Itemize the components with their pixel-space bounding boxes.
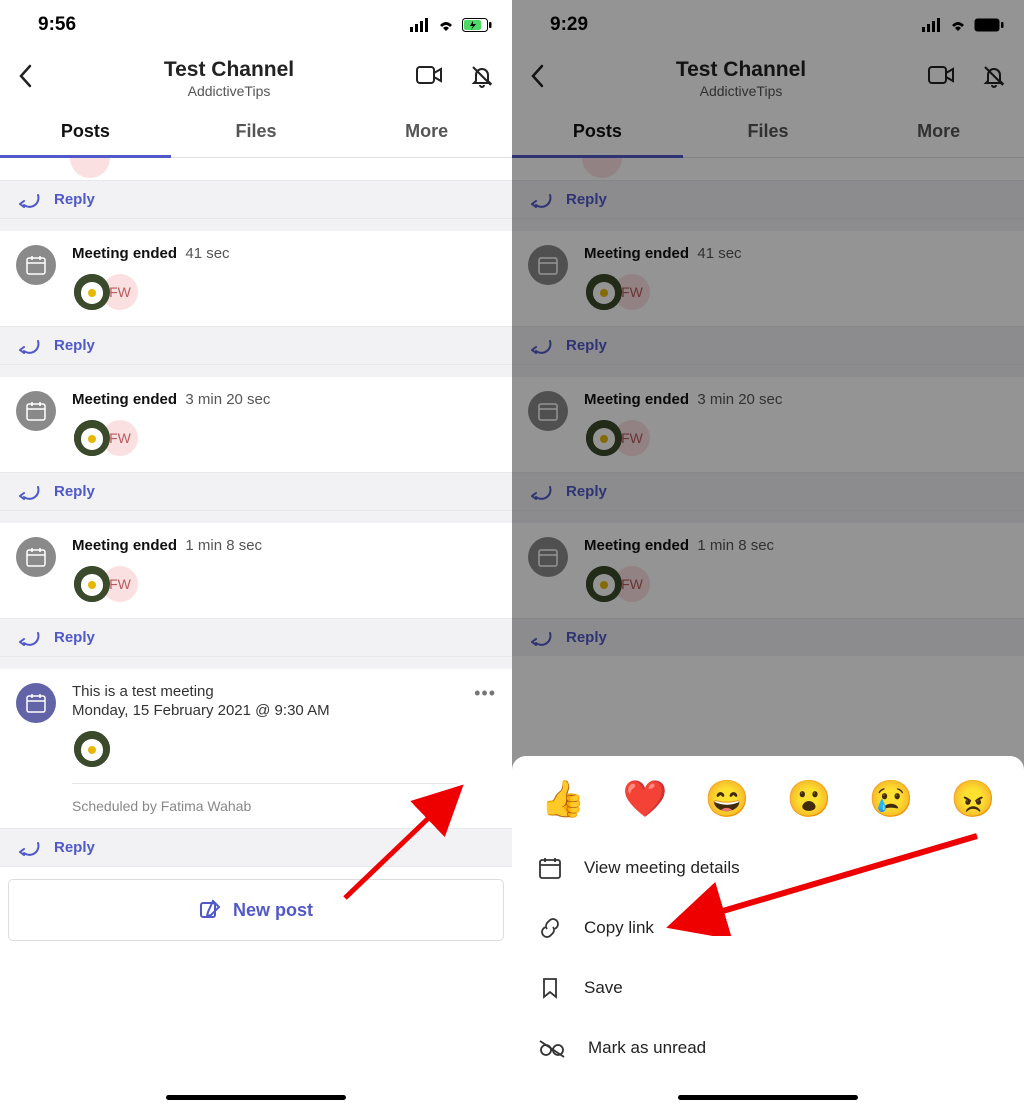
status-time: 9:56 xyxy=(38,14,76,36)
meeting-ended-label: Meeting ended xyxy=(72,391,177,408)
status-icons xyxy=(410,18,492,32)
video-call-icon[interactable] xyxy=(416,64,442,93)
scheduled-by: Scheduled by Fatima Wahab xyxy=(72,783,458,814)
reply-label: Reply xyxy=(54,629,95,646)
menu-label: Save xyxy=(584,978,623,998)
channel-title: Test Channel xyxy=(42,58,416,82)
meeting-datetime: Monday, 15 February 2021 @ 9:30 AM xyxy=(72,702,458,719)
menu-label: Mark as unread xyxy=(588,1038,706,1058)
tab-posts[interactable]: Posts xyxy=(0,106,171,157)
bookmark-icon xyxy=(538,976,562,1000)
reply-icon xyxy=(18,484,40,500)
home-indicator[interactable] xyxy=(678,1095,858,1100)
calendar-icon xyxy=(538,856,562,880)
reply-icon xyxy=(18,338,40,354)
meeting-post[interactable]: Meeting ended 1 min 8 sec FW xyxy=(0,523,512,618)
glasses-icon xyxy=(538,1036,566,1060)
reaction-surprise[interactable]: 😮 xyxy=(787,778,832,820)
menu-label: View meeting details xyxy=(584,858,740,878)
new-post-label: New post xyxy=(233,900,313,921)
compose-icon xyxy=(199,899,221,921)
tab-files[interactable]: Files xyxy=(171,106,342,157)
message-action-sheet: 👍 ❤️ 😄 😮 😢 😠 View meeting details Copy l… xyxy=(512,756,1024,1108)
back-button[interactable] xyxy=(18,64,42,93)
post-more-button[interactable]: ••• xyxy=(474,683,496,814)
scheduled-meeting-post[interactable]: This is a test meeting Monday, 15 Februa… xyxy=(0,669,512,828)
channel-header: Test Channel AddictiveTips xyxy=(0,50,512,106)
reaction-row: 👍 ❤️ 😄 😮 😢 😠 xyxy=(512,772,1024,838)
reply-icon xyxy=(18,630,40,646)
participant-avatar xyxy=(72,418,112,458)
calendar-avatar xyxy=(16,391,56,431)
channel-subtitle: AddictiveTips xyxy=(42,83,416,99)
new-post-button[interactable]: New post xyxy=(8,879,504,941)
link-icon xyxy=(538,916,562,940)
reaction-heart[interactable]: ❤️ xyxy=(623,778,668,820)
copy-link-item[interactable]: Copy link xyxy=(512,898,1024,958)
left-screenshot: 9:56 Test Channel AddictiveTips Posts Fi… xyxy=(0,0,512,1108)
reply-row[interactable]: Reply xyxy=(0,472,512,511)
reply-icon xyxy=(18,192,40,208)
calendar-avatar xyxy=(16,245,56,285)
wifi-icon xyxy=(436,18,456,32)
meeting-post[interactable]: Meeting ended 3 min 20 sec FW xyxy=(0,377,512,472)
reply-label: Reply xyxy=(54,483,95,500)
reply-icon xyxy=(18,840,40,856)
reaction-laugh[interactable]: 😄 xyxy=(705,778,750,820)
calendar-avatar xyxy=(16,683,56,723)
calendar-avatar xyxy=(16,537,56,577)
meeting-ended-label: Meeting ended xyxy=(72,245,177,262)
save-item[interactable]: Save xyxy=(512,958,1024,1018)
meeting-post[interactable]: Meeting ended 41 sec FW xyxy=(0,231,512,326)
meeting-title: This is a test meeting xyxy=(72,683,458,700)
tab-bar: Posts Files More xyxy=(0,106,512,158)
bell-off-icon[interactable] xyxy=(470,64,494,93)
organizer-avatar xyxy=(72,729,112,769)
home-indicator[interactable] xyxy=(166,1095,346,1100)
reply-label: Reply xyxy=(54,337,95,354)
reply-label: Reply xyxy=(54,191,95,208)
participant-avatar xyxy=(72,272,112,312)
meeting-duration: 1 min 8 sec xyxy=(185,537,262,554)
status-bar: 9:56 xyxy=(0,0,512,50)
reaction-thumb[interactable]: 👍 xyxy=(541,778,586,820)
battery-charging-icon xyxy=(462,18,492,32)
participant-avatar xyxy=(72,564,112,604)
reply-label: Reply xyxy=(54,839,95,856)
reply-row[interactable]: Reply xyxy=(0,180,512,219)
meeting-duration: 3 min 20 sec xyxy=(185,391,270,408)
posts-feed[interactable]: Reply Meeting ended 41 sec FW Reply xyxy=(0,158,512,1108)
mark-unread-item[interactable]: Mark as unread xyxy=(512,1018,1024,1078)
right-screenshot: 9:29 Test Channel AddictiveTips Posts Fi… xyxy=(512,0,1024,1108)
signal-icon xyxy=(410,18,430,32)
menu-label: Copy link xyxy=(584,918,654,938)
avatar-peek xyxy=(70,158,110,178)
reply-row[interactable]: Reply xyxy=(0,828,512,867)
meeting-duration: 41 sec xyxy=(185,245,229,262)
reply-row[interactable]: Reply xyxy=(0,618,512,657)
reaction-sad[interactable]: 😢 xyxy=(869,778,914,820)
tab-more[interactable]: More xyxy=(341,106,512,157)
reaction-angry[interactable]: 😠 xyxy=(951,778,996,820)
meeting-ended-label: Meeting ended xyxy=(72,537,177,554)
view-meeting-details-item[interactable]: View meeting details xyxy=(512,838,1024,898)
reply-row[interactable]: Reply xyxy=(0,326,512,365)
